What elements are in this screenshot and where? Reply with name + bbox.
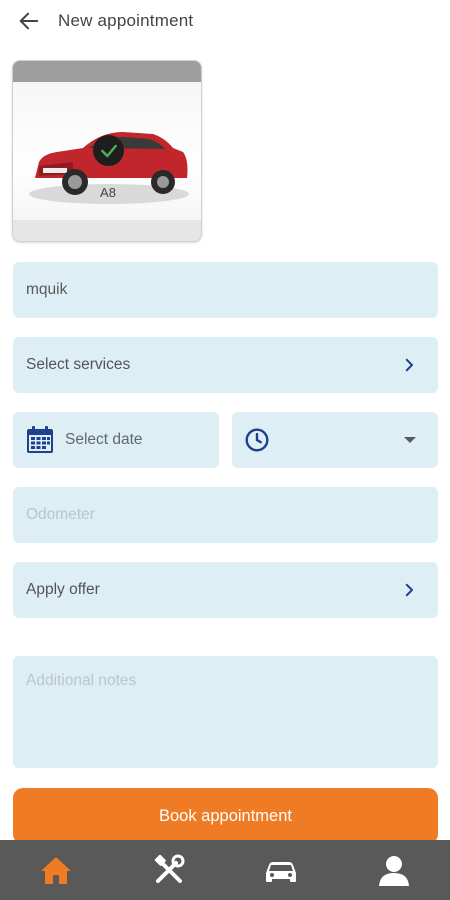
arrow-left-icon [19,12,39,30]
nav-item-profile[interactable] [338,840,450,900]
odometer-placeholder: Odometer [26,506,95,523]
vehicle-card[interactable]: A8 [12,60,202,242]
odometer-input[interactable]: Odometer [13,487,438,543]
vehicle-card-footer [13,220,201,241]
nav-item-services[interactable] [113,840,226,900]
chevron-right-icon [405,583,413,597]
nav-item-home[interactable] [0,840,113,900]
bottom-navigation [0,840,450,900]
book-appointment-button[interactable]: Book appointment [13,788,438,844]
vehicle-card-header [13,61,201,82]
customer-field[interactable]: mquik [13,262,438,318]
home-icon [41,857,72,884]
vehicle-model-label: A8 [100,185,116,200]
customer-value: mquik [26,281,68,298]
additional-notes-textarea[interactable]: Additional notes [13,656,438,768]
apply-offer-field[interactable]: Apply offer [13,562,438,618]
back-button[interactable] [14,6,44,36]
user-icon [378,856,409,886]
app-bar: New appointment [0,0,450,42]
checkmark-icon [100,144,117,157]
time-dropdown[interactable] [232,412,438,468]
nav-item-vehicles[interactable] [225,840,338,900]
caret-down-icon [404,437,416,443]
tools-icon [154,854,185,883]
apply-offer-label: Apply offer [26,581,100,598]
select-services-field[interactable]: Select services [13,337,438,393]
select-date-label: Select date [65,431,143,448]
notes-placeholder: Additional notes [26,672,137,689]
page-title: New appointment [58,11,194,30]
calendar-icon [27,426,53,453]
chevron-right-icon [405,358,413,372]
date-picker[interactable]: Select date [13,412,219,468]
car-icon [266,862,297,882]
clock-icon [245,428,269,452]
selected-badge [93,135,124,166]
select-services-label: Select services [26,356,131,373]
